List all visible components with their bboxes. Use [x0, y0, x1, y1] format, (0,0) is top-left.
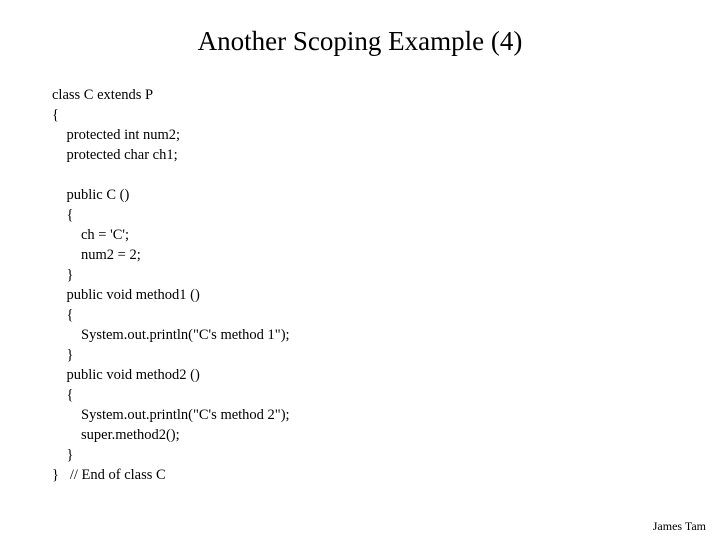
slide-title: Another Scoping Example (4) — [0, 0, 720, 85]
author-footer: James Tam — [653, 519, 706, 534]
code-snippet: class C extends P { protected int num2; … — [0, 85, 720, 485]
